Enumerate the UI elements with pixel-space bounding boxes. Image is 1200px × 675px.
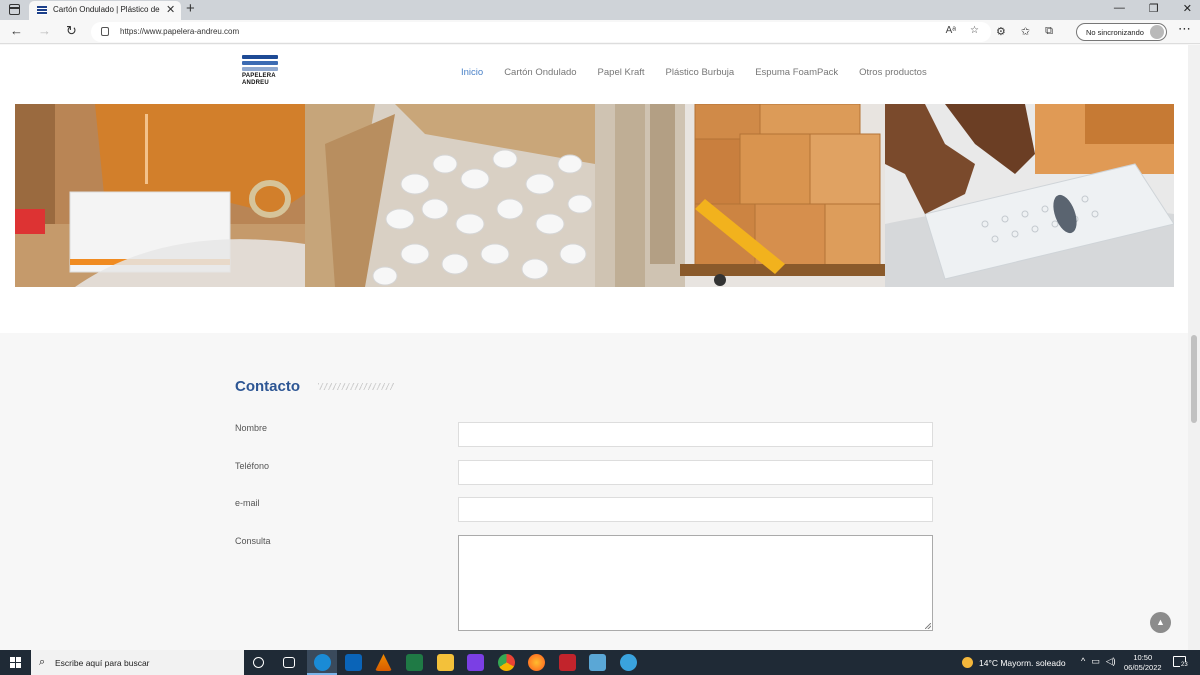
name-label: Nombre <box>235 423 268 433</box>
scrollbar-thumb[interactable] <box>1191 335 1197 423</box>
outlook-icon[interactable] <box>345 654 362 671</box>
add-favorite-icon[interactable]: ☆ <box>970 25 979 36</box>
phone-label: Teléfono <box>235 461 270 471</box>
site-header: PAPELERA ANDREU Inicio Cartón Ondulado P… <box>0 45 1188 103</box>
excel-icon[interactable] <box>406 654 423 671</box>
nav-item-carton-ondulado[interactable]: Cartón Ondulado <box>504 67 576 78</box>
resize-grip-icon[interactable] <box>925 623 931 629</box>
product-gallery <box>15 104 1174 287</box>
sun-icon <box>962 657 973 668</box>
search-icon: ⌕ <box>39 656 46 668</box>
refresh-icon[interactable]: ↻ <box>66 23 77 39</box>
tab-actions-icon[interactable] <box>9 4 20 15</box>
minimize-icon[interactable]: — <box>1114 2 1125 15</box>
weather-widget[interactable]: 14°C Mayorm. soleado <box>962 657 1066 668</box>
gallery-image-packing <box>15 104 305 287</box>
network-icon[interactable]: ▭ <box>1091 656 1100 667</box>
chevron-up-icon[interactable]: ^ <box>1081 656 1085 667</box>
main-nav: Inicio Cartón Ondulado Papel Kraft Plást… <box>461 67 927 78</box>
notification-count: 23 <box>1180 662 1189 668</box>
close-tab-icon[interactable]: ✕ <box>166 3 175 16</box>
affinity-icon[interactable] <box>467 654 484 671</box>
query-label: Consulta <box>235 536 271 546</box>
task-view-icon[interactable] <box>283 657 295 668</box>
nav-item-otros-productos[interactable]: Otros productos <box>859 67 927 78</box>
name-field[interactable] <box>458 422 933 447</box>
nav-item-papel-kraft[interactable]: Papel Kraft <box>598 67 645 78</box>
page-scrollbar[interactable] <box>1188 45 1200 650</box>
lock-icon[interactable] <box>101 27 109 36</box>
title-decoration <box>318 383 394 390</box>
gallery-image-bubblewrap <box>885 104 1174 287</box>
read-aloud-icon[interactable]: Aᵃ <box>946 25 956 36</box>
contact-title: Contacto <box>235 378 300 395</box>
close-window-icon[interactable]: ✕ <box>1183 2 1192 15</box>
access-icon[interactable] <box>559 654 576 671</box>
gallery-image-pallet <box>595 104 885 287</box>
taskbar-search[interactable]: ⌕ Escribe aquí para buscar <box>31 650 244 675</box>
weather-text: 14°C Mayorm. soleado <box>979 658 1066 668</box>
collections-icon[interactable]: ⧉ <box>1045 25 1053 38</box>
site-logo[interactable]: PAPELERA ANDREU <box>242 55 278 95</box>
email-field[interactable] <box>458 497 933 522</box>
restore-icon[interactable]: ❐ <box>1149 2 1159 15</box>
address-bar[interactable]: https://www.papelera-andreu.com Aᵃ ☆ <box>91 22 991 42</box>
gallery-bottom-spacer <box>0 287 1188 333</box>
browser-icon[interactable] <box>620 654 637 671</box>
browser-tab-bar: Cartón Ondulado | Plástico de B ✕ + — ❐ … <box>0 0 1200 20</box>
profile-sync-button[interactable]: No sincronizando <box>1076 23 1167 41</box>
browser-toolbar: ← → ↻ https://www.papelera-andreu.com Aᵃ… <box>0 20 1200 44</box>
nav-item-inicio[interactable]: Inicio <box>461 67 483 78</box>
sync-label: No sincronizando <box>1086 28 1144 37</box>
system-tray: ^ ▭ ◁) <box>1081 656 1116 667</box>
forward-icon[interactable]: → <box>38 23 51 38</box>
extensions-icon[interactable]: ⚙ <box>996 25 1006 38</box>
more-options-icon[interactable]: ⋯ <box>1178 21 1191 37</box>
query-textarea[interactable] <box>458 535 933 631</box>
windows-start-icon[interactable] <box>10 657 21 668</box>
contact-section: Contacto Nombre Teléfono e-mail Consulta… <box>0 333 1188 650</box>
firefox-icon[interactable] <box>528 654 545 671</box>
nav-item-espuma-foampack[interactable]: Espuma FoamPack <box>755 67 838 78</box>
site-favicon-icon <box>37 6 47 15</box>
clock-date: 06/05/2022 <box>1124 663 1162 672</box>
windows-taskbar: ⌕ Escribe aquí para buscar 14°C Mayorm. … <box>0 650 1200 675</box>
volume-icon[interactable]: ◁) <box>1106 656 1116 667</box>
email-label: e-mail <box>235 498 260 508</box>
logo-text-line1: PAPELERA <box>242 73 276 79</box>
window-controls: — ❐ ✕ <box>1114 2 1192 15</box>
search-placeholder: Escribe aquí para buscar <box>55 658 150 668</box>
chrome-icon[interactable] <box>498 654 515 671</box>
avatar <box>1150 25 1164 39</box>
vlc-icon[interactable] <box>375 654 392 671</box>
cortana-icon[interactable] <box>253 657 264 668</box>
file-explorer-icon[interactable] <box>437 654 454 671</box>
notes-icon[interactable] <box>589 654 606 671</box>
logo-text-line2: ANDREU <box>242 80 269 86</box>
phone-field[interactable] <box>458 460 933 485</box>
clock-time: 10:50 <box>1133 653 1153 662</box>
clock[interactable]: 10:50 06/05/2022 <box>1124 653 1162 673</box>
nav-item-plastico-burbuja[interactable]: Plástico Burbuja <box>666 67 735 78</box>
back-icon[interactable]: ← <box>10 23 23 38</box>
browser-tab[interactable]: Cartón Ondulado | Plástico de B ✕ <box>29 1 181 20</box>
address-text[interactable]: https://www.papelera-andreu.com <box>120 27 239 36</box>
new-tab-icon[interactable]: + <box>186 0 195 17</box>
scroll-to-top-button[interactable]: ▲ <box>1150 612 1171 633</box>
tab-title: Cartón Ondulado | Plástico de B <box>53 5 161 14</box>
favorites-icon[interactable]: ✩ <box>1021 25 1030 38</box>
edge-icon[interactable] <box>314 654 331 671</box>
gallery-image-peanuts <box>305 104 595 287</box>
